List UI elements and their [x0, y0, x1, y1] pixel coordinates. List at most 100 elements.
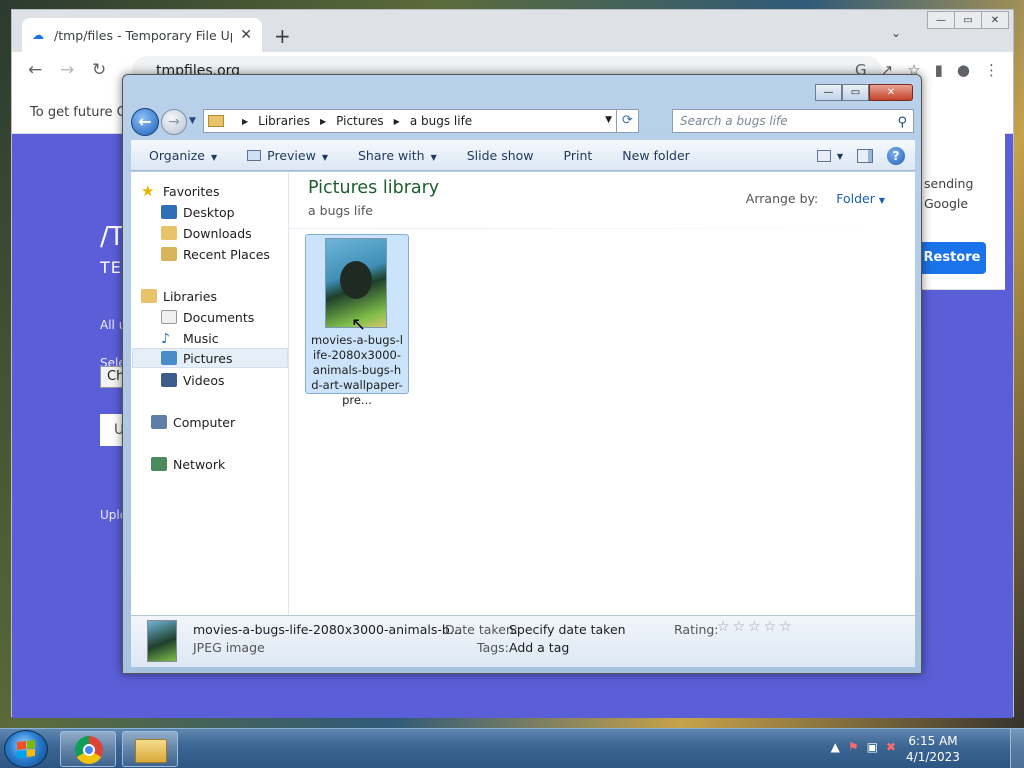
nav-item-favorites[interactable]: ★ Favorites — [141, 181, 297, 201]
start-button[interactable] — [4, 730, 48, 768]
explorer-window: — ▭ ✕ ← → ▼ ▶ Libraries ▶ Pictures ▶ a b… — [122, 74, 922, 674]
close-button[interactable]: ✕ — [981, 11, 1009, 29]
organize-label: Organize — [149, 147, 205, 163]
details-filetype: JPEG image — [193, 640, 265, 655]
side-panel-icon[interactable]: ▮ — [935, 61, 943, 79]
nav-item-pictures[interactable]: Pictures — [132, 348, 288, 368]
restore-popup-text: Google — [924, 196, 969, 211]
forward-arrow-icon[interactable]: → — [161, 109, 187, 135]
search-icon[interactable]: ⚲ — [897, 112, 907, 134]
help-icon[interactable]: ? — [887, 147, 905, 165]
page-subtitle: TE — [100, 258, 122, 277]
preview-label: Preview — [267, 147, 316, 163]
tab-search-icon[interactable]: ⌄ — [891, 26, 901, 40]
taskbar-explorer-button[interactable] — [122, 731, 178, 767]
change-view-icon[interactable] — [816, 150, 831, 162]
share-with-button[interactable]: Share with ▼ — [358, 148, 437, 163]
address-row: ← → ▼ ▶ Libraries ▶ Pictures ▶ a bugs li… — [131, 108, 915, 136]
preview-button[interactable]: Preview ▼ — [247, 148, 328, 163]
forward-arrow-icon[interactable]: → — [60, 60, 74, 80]
tab-close-icon[interactable]: ✕ — [240, 27, 252, 43]
chevron-down-icon: ▼ — [321, 152, 328, 162]
volume-icon[interactable]: ✖ — [886, 740, 896, 754]
network-icon — [151, 457, 167, 471]
slide-show-button[interactable]: Slide show — [467, 148, 534, 163]
folder-icon — [135, 739, 167, 763]
nav-item-network[interactable]: Network — [151, 454, 307, 474]
back-arrow-icon[interactable]: ← — [28, 60, 42, 80]
chevron-down-icon[interactable]: ▼ — [605, 115, 612, 125]
maximize-button[interactable]: ▭ — [954, 11, 982, 29]
folder-icon — [208, 115, 224, 127]
tags-label: Tags: — [477, 640, 509, 655]
upload-cloud-icon: ☁ — [32, 28, 44, 42]
network-icon[interactable]: ▣ — [867, 740, 878, 754]
preview-pane-icon[interactable] — [857, 149, 873, 163]
chevron-right-icon[interactable]: ▶ — [242, 117, 248, 126]
new-tab-button[interactable]: + — [274, 24, 291, 48]
rating-stars[interactable]: ☆☆☆☆☆ — [717, 619, 795, 635]
nav-label: Downloads — [183, 225, 252, 241]
nav-label: Documents — [183, 309, 255, 325]
refresh-icon[interactable]: ⟳ — [616, 110, 638, 132]
nav-item-libraries[interactable]: Libraries — [141, 286, 297, 306]
share-with-label: Share with — [357, 147, 425, 163]
maximize-button[interactable]: ▭ — [842, 84, 869, 101]
desktop-icon — [161, 205, 177, 219]
documents-icon — [161, 310, 177, 324]
search-input[interactable]: Search a bugs life ⚲ — [672, 109, 914, 133]
minimize-button[interactable]: — — [815, 84, 842, 101]
videos-icon — [161, 373, 177, 387]
browser-tab[interactable]: ☁ /tmp/files - Temporary File Uplo ✕ — [22, 18, 262, 52]
organize-button[interactable]: Organize ▼ — [149, 148, 217, 163]
system-tray: ▲ ⚑ ▣ ✖ — [831, 740, 896, 754]
chevron-right-icon[interactable]: ▶ — [320, 117, 326, 126]
chevron-right-icon[interactable]: ▶ — [394, 117, 400, 126]
arrange-by-dropdown[interactable]: Folder ▼ — [836, 191, 885, 206]
nav-label: Favorites — [163, 183, 220, 199]
nav-label: Recent Places — [183, 246, 270, 262]
print-button[interactable]: Print — [564, 148, 593, 163]
close-button[interactable]: ✕ — [869, 84, 913, 101]
nav-label: Music — [183, 330, 219, 346]
clock[interactable]: 6:15 AM 4/1/2023 — [898, 733, 968, 765]
chevron-down-icon: ▼ — [430, 152, 437, 162]
address-bar[interactable]: ▶ Libraries ▶ Pictures ▶ a bugs life ▼ ⟳ — [203, 109, 639, 133]
clock-time: 6:15 AM — [908, 734, 958, 748]
date-taken-field[interactable]: Specify date taken — [509, 622, 626, 637]
search-placeholder: Search a bugs life — [680, 114, 788, 128]
restore-popup-text: sending — [924, 176, 974, 191]
restore-button[interactable]: Restore — [918, 242, 986, 274]
minimize-button[interactable]: — — [927, 11, 955, 29]
reload-icon[interactable]: ↻ — [92, 60, 106, 80]
rating-label: Rating: — [674, 622, 719, 637]
taskbar-chrome-button[interactable] — [60, 731, 116, 767]
divider — [289, 228, 915, 229]
tags-field[interactable]: Add a tag — [509, 640, 569, 655]
view-controls: ▼ ? — [816, 147, 905, 165]
content-pane: Pictures library a bugs life Arrange by:… — [289, 172, 915, 615]
action-center-icon[interactable]: ⚑ — [848, 740, 859, 754]
back-arrow-icon[interactable]: ← — [131, 108, 159, 136]
navigation-pane: ★ Favorites Desktop Downloads Recent Pla… — [131, 172, 289, 615]
recent-places-icon — [161, 247, 177, 261]
menu-kebab-icon[interactable]: ⋮ — [984, 61, 999, 79]
chevron-down-icon[interactable]: ▼ — [837, 152, 843, 161]
profile-icon[interactable]: ● — [957, 61, 970, 79]
details-thumbnail — [147, 620, 177, 662]
page-hero-title: /T — [100, 222, 125, 252]
recent-pages-dropdown-icon[interactable]: ▼ — [189, 116, 196, 126]
file-item[interactable]: movies-a-bugs-life-2080x3000-animals-bug… — [305, 234, 409, 407]
explorer-body: ★ Favorites Desktop Downloads Recent Pla… — [131, 172, 915, 615]
breadcrumb-item[interactable]: Libraries — [258, 114, 310, 128]
new-folder-button[interactable]: New folder — [622, 148, 690, 163]
info-bar-text: To get future Go — [30, 105, 135, 120]
breadcrumb-item[interactable]: a bugs life — [410, 114, 472, 128]
date-taken-label: Date taken: — [445, 622, 519, 637]
nav-item-computer[interactable]: Computer — [151, 412, 307, 432]
show-desktop-button[interactable] — [1010, 729, 1024, 768]
breadcrumb-item[interactable]: Pictures — [336, 114, 384, 128]
computer-icon — [151, 415, 167, 429]
command-bar: Organize ▼ Preview ▼ Share with ▼ Slide sho… — [131, 139, 915, 171]
show-hidden-icons-icon[interactable]: ▲ — [831, 740, 840, 754]
